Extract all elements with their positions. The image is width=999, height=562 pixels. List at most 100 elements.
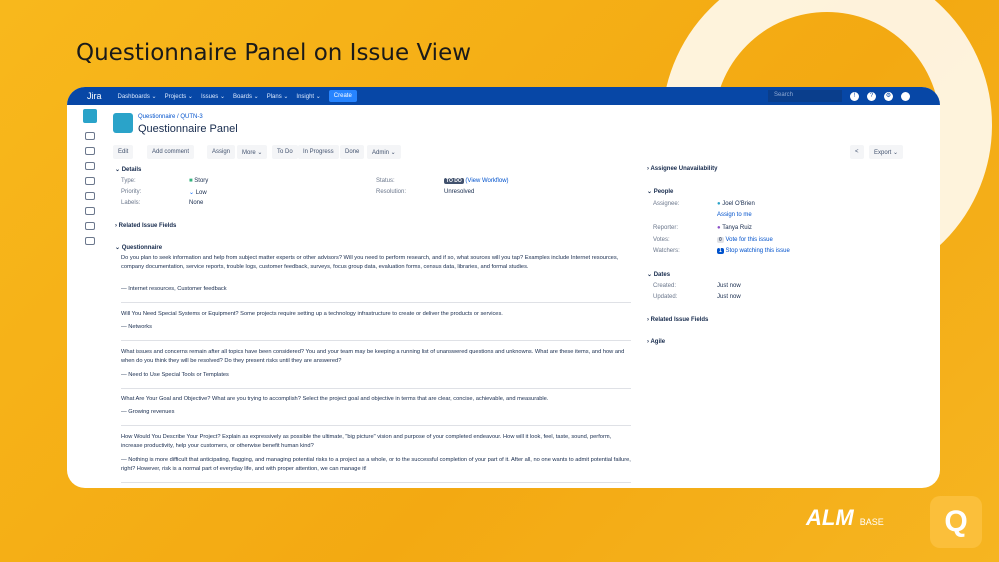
todo-button[interactable]: To Do bbox=[272, 145, 298, 159]
avatar[interactable] bbox=[901, 91, 910, 101]
nav-plans[interactable]: Plans ⌄ bbox=[267, 93, 289, 100]
almbase-logo: ALM BASE bbox=[806, 505, 884, 531]
dates-heading[interactable]: ⌄ Dates bbox=[647, 271, 670, 278]
question-text: Will You Need Special Systems or Equipme… bbox=[121, 311, 503, 317]
breadcrumb-project[interactable]: Questionnaire bbox=[138, 114, 175, 120]
top-nav: Jira Dashboards ⌄ Projects ⌄ Issues ⌄ Bo… bbox=[67, 87, 940, 105]
slide-title: Questionnaire Panel on Issue View bbox=[76, 40, 472, 66]
project-sidebar bbox=[81, 109, 99, 479]
breadcrumb-issue[interactable]: QUTN-3 bbox=[180, 114, 202, 120]
divider bbox=[121, 302, 631, 303]
related-fields-label: Related Issue Fields bbox=[118, 223, 177, 229]
priority-text: Low bbox=[195, 190, 207, 196]
in-progress-button[interactable]: In Progress bbox=[298, 145, 339, 159]
updated-value: Just now bbox=[717, 294, 741, 300]
question-text: What issues and concerns remain after al… bbox=[121, 349, 625, 364]
nav-projects[interactable]: Projects ⌄ bbox=[165, 93, 193, 100]
type-text: Story bbox=[194, 178, 209, 184]
priority-value: ⌄ Low bbox=[189, 190, 207, 196]
share-button[interactable]: < bbox=[850, 145, 864, 159]
base-text: BASE bbox=[859, 517, 884, 527]
more-button[interactable]: More ⌄ bbox=[237, 145, 268, 159]
status-badge: TO DO bbox=[444, 178, 464, 184]
sidebar-icon[interactable] bbox=[85, 132, 95, 140]
stop-watching-link[interactable]: Stop watching this issue bbox=[725, 248, 789, 254]
project-avatar[interactable] bbox=[83, 109, 97, 123]
votes-count: 0 bbox=[717, 237, 724, 243]
divider bbox=[121, 482, 631, 483]
details-heading-label: Details bbox=[121, 167, 142, 173]
assignee-label: Assignee: bbox=[653, 201, 680, 207]
type-label: Type: bbox=[121, 178, 136, 184]
related-label: Related Issue Fields bbox=[650, 317, 709, 323]
export-button[interactable]: Export ⌄ bbox=[869, 145, 904, 159]
people-label: People bbox=[653, 189, 674, 195]
vote-link[interactable]: Vote for this issue bbox=[725, 237, 772, 243]
assignee-value[interactable]: ● Joel O'Brien bbox=[717, 201, 755, 207]
create-button[interactable]: Create bbox=[328, 90, 357, 102]
notifications-icon[interactable]: ! bbox=[850, 91, 859, 101]
answer-text: — Internet resources, Customer feedback bbox=[121, 286, 227, 292]
answer-text: — Nothing is more difficult that anticip… bbox=[121, 457, 631, 472]
divider bbox=[121, 340, 631, 341]
jira-logo[interactable]: Jira bbox=[87, 91, 102, 101]
priority-label: Priority: bbox=[121, 189, 142, 195]
unavailability-label: Assignee Unavailability bbox=[650, 166, 718, 172]
search-input[interactable]: Search bbox=[768, 90, 842, 102]
answer-text: — Need to Use Special Tools or Templates bbox=[121, 372, 229, 378]
assignee-name: Joel O'Brien bbox=[722, 201, 755, 207]
sidebar-icon[interactable] bbox=[85, 147, 95, 155]
type-value: ■ Story bbox=[189, 178, 209, 184]
help-icon[interactable]: ? bbox=[867, 91, 876, 101]
agile-label: Agile bbox=[650, 339, 666, 345]
sidebar-icon[interactable] bbox=[85, 237, 95, 245]
sidebar-icon[interactable] bbox=[85, 177, 95, 185]
updated-label: Updated: bbox=[653, 294, 678, 300]
jira-window: Jira Dashboards ⌄ Projects ⌄ Issues ⌄ Bo… bbox=[67, 87, 940, 488]
questionnaire-heading[interactable]: ⌄ Questionnaire bbox=[115, 244, 162, 251]
resolution-value: Unresolved bbox=[444, 189, 475, 195]
admin-button[interactable]: Admin ⌄ bbox=[367, 145, 401, 159]
page-title: Questionnaire Panel bbox=[138, 123, 238, 135]
edit-button[interactable]: Edit bbox=[113, 145, 134, 159]
related-fields-toggle[interactable]: › Related Issue Fields bbox=[115, 223, 176, 229]
answer-text: — Networks bbox=[121, 324, 152, 330]
created-value: Just now bbox=[717, 283, 741, 289]
labels-value: None bbox=[189, 200, 204, 206]
agile-toggle[interactable]: › Agile bbox=[647, 339, 665, 345]
status-label: Status: bbox=[376, 178, 395, 184]
reporter-label: Reporter: bbox=[653, 225, 679, 231]
divider bbox=[121, 388, 631, 389]
question-text: What Are Your Goal and Objective? What a… bbox=[121, 396, 549, 402]
add-comment-button[interactable]: Add comment bbox=[147, 145, 195, 159]
sidebar-icon[interactable] bbox=[85, 207, 95, 215]
votes-label: Votes: bbox=[653, 237, 670, 243]
created-label: Created: bbox=[653, 283, 677, 289]
nav-insight[interactable]: Insight ⌄ bbox=[296, 93, 320, 100]
answer-text: — Growing revenues bbox=[121, 409, 175, 415]
assignee-unavailability-toggle[interactable]: › Assignee Unavailability bbox=[647, 166, 717, 172]
details-heading[interactable]: ⌄ Details bbox=[115, 166, 141, 173]
nav-dashboards[interactable]: Dashboards ⌄ bbox=[118, 93, 157, 100]
view-workflow-link[interactable]: (View Workflow) bbox=[465, 178, 508, 184]
nav-issues[interactable]: Issues ⌄ bbox=[201, 93, 225, 100]
reporter-value[interactable]: ● Tanya Ruiz bbox=[717, 225, 752, 231]
people-heading[interactable]: ⌄ People bbox=[647, 188, 673, 195]
resolution-label: Resolution: bbox=[376, 189, 407, 195]
reporter-name: Tanya Ruiz bbox=[722, 225, 752, 231]
watchers-count: 1 bbox=[717, 248, 724, 254]
question-text: Do you plan to seek information and help… bbox=[121, 255, 619, 270]
related-issue-fields-toggle[interactable]: › Related Issue Fields bbox=[647, 317, 708, 323]
sidebar-icon[interactable] bbox=[85, 222, 95, 230]
labels-label: Labels: bbox=[121, 200, 141, 206]
done-button[interactable]: Done bbox=[340, 145, 365, 159]
watchers-label: Watchers: bbox=[653, 248, 680, 254]
nav-boards[interactable]: Boards ⌄ bbox=[233, 93, 259, 100]
sidebar-icon[interactable] bbox=[85, 192, 95, 200]
gear-icon[interactable]: ⚙ bbox=[884, 91, 893, 101]
assign-to-me-link[interactable]: Assign to me bbox=[717, 212, 752, 218]
assign-button[interactable]: Assign bbox=[207, 145, 236, 159]
questionnaire-app-icon: Q bbox=[930, 496, 982, 548]
questionnaire-heading-label: Questionnaire bbox=[121, 245, 163, 251]
sidebar-icon[interactable] bbox=[85, 162, 95, 170]
